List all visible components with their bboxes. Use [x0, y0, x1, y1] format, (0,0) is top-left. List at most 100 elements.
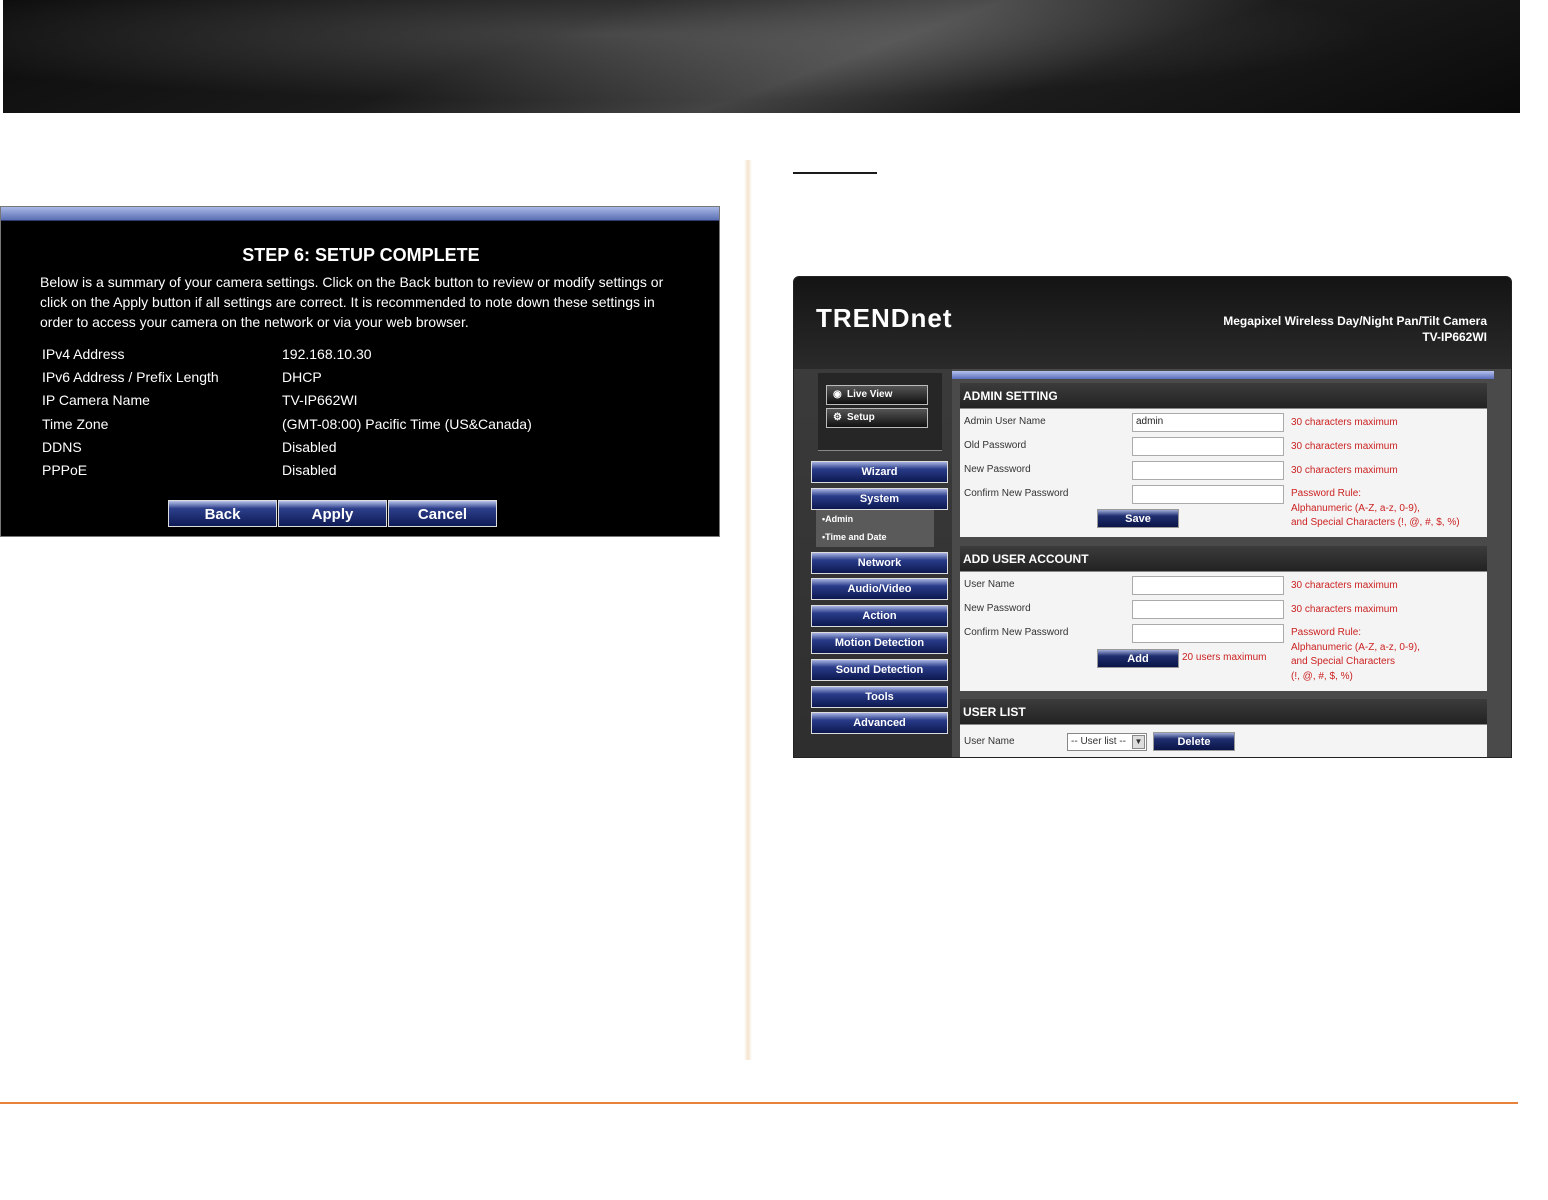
summary-row: Time Zone (GMT-08:00) Pacific Time (US&Ca…: [42, 416, 532, 439]
add-user-account-section: ADD USER ACCOUNT User Name New Password …: [960, 546, 1487, 691]
add-user-account-title: ADD USER ACCOUNT: [960, 546, 1487, 572]
summary-label: IPv4 Address: [42, 346, 125, 362]
live-view-button[interactable]: ◉ Live View: [826, 385, 928, 405]
apply-button[interactable]: Apply: [278, 500, 387, 527]
camera-admin-window: TRENDnet Megapixel Wireless Day/Night Pa…: [793, 276, 1512, 758]
old-password-input[interactable]: [1132, 437, 1284, 456]
gear-icon: ⚙: [833, 412, 842, 423]
old-password-label: Old Password: [964, 440, 1027, 451]
camera-body: ◉ Live View ⚙ Setup Wizard System •Admin •…: [794, 369, 1511, 757]
summary-label: DDNS: [42, 438, 82, 455]
summary-row: PPPoE Disabled: [42, 462, 532, 485]
length-hint: 30 characters maximum: [1291, 580, 1398, 591]
setup-button-bar: Back Apply Cancel: [168, 500, 497, 527]
sidebar-item-motion-detection[interactable]: Motion Detection: [811, 632, 948, 654]
product-description: Megapixel Wireless Day/Night Pan/Tilt Ca…: [1223, 314, 1487, 328]
summary-value: Disabled: [282, 438, 337, 455]
confirm-new-password-label: Confirm New Password: [964, 627, 1069, 638]
sidebar-item-sound-detection[interactable]: Sound Detection: [811, 659, 948, 681]
product-model: TV-IP662WI: [1422, 330, 1487, 344]
summary-value: (GMT-08:00) Pacific Time (US&Canada): [282, 415, 532, 432]
admin-setting-section: ADMIN SETTING Admin User Name Old Passwo…: [960, 383, 1487, 537]
summary-value: 192.168.10.30: [282, 346, 372, 362]
user-name-input[interactable]: [1132, 576, 1284, 595]
summary-row: IP Camera Name TV-IP662WI: [42, 392, 532, 415]
sidebar-item-network[interactable]: Network: [811, 552, 948, 574]
camera-header: TRENDnet Megapixel Wireless Day/Night Pa…: [794, 277, 1511, 369]
confirm-new-password-input[interactable]: [1132, 485, 1284, 504]
view-mode-box: ◉ Live View ⚙ Setup: [818, 373, 942, 451]
password-rule-line: Alphanumeric (A-Z, a-z, 0-9),: [1291, 641, 1420, 653]
eye-icon: ◉: [833, 389, 842, 400]
setup-description: Below is a summary of your camera settin…: [40, 274, 664, 330]
max-users-hint: 20 users maximum: [1182, 652, 1267, 663]
save-button[interactable]: Save: [1097, 509, 1179, 528]
user-name-label: User Name: [964, 579, 1015, 590]
user-list-selected: -- User list --: [1071, 736, 1126, 747]
cancel-button[interactable]: Cancel: [388, 500, 497, 527]
setup-title: STEP 6: SETUP COMPLETE: [242, 245, 480, 265]
sidebar-item-advanced[interactable]: Advanced: [811, 712, 948, 734]
main-content: ADMIN SETTING Admin User Name Old Passwo…: [952, 369, 1496, 757]
user-new-password-input[interactable]: [1132, 600, 1284, 619]
sidebar-item-audio-video[interactable]: Audio/Video: [811, 578, 948, 600]
section-heading-underline: [793, 172, 877, 174]
summary-row: DDNS Disabled: [42, 439, 532, 462]
new-password-input[interactable]: [1132, 461, 1284, 480]
live-view-label: Live View: [847, 389, 893, 400]
admin-setting-title: ADMIN SETTING: [960, 383, 1487, 409]
password-rule: Password Rule: Alphanumeric (A-Z, a-z, 0…: [1291, 626, 1420, 684]
setup-label: Setup: [847, 412, 875, 423]
confirm-new-password-label: Confirm New Password: [964, 488, 1069, 499]
sidebar-item-action[interactable]: Action: [811, 605, 948, 627]
user-list-label: User Name: [964, 736, 1015, 747]
new-password-label: New Password: [964, 603, 1031, 614]
password-rule: Password Rule: Alphanumeric (A-Z, a-z, 0…: [1291, 487, 1460, 531]
length-hint: 30 characters maximum: [1291, 417, 1398, 428]
summary-value: Disabled: [282, 461, 337, 478]
summary-row: IPv4 Address 192.168.10.30: [42, 346, 532, 369]
password-rule-line: (!, @, #, $, %): [1291, 670, 1353, 682]
setup-summary-table: IPv4 Address 192.168.10.30 IPv6 Address /…: [42, 346, 532, 485]
chevron-down-icon[interactable]: ▼: [1132, 735, 1145, 749]
length-hint: 30 characters maximum: [1291, 441, 1398, 452]
user-list-section: USER LIST User Name -- User list -- ▼ De…: [960, 699, 1487, 757]
back-button[interactable]: Back: [168, 500, 277, 527]
system-submenu: •Admin •Time and Date: [816, 510, 934, 547]
trendnet-logo: TRENDnet: [816, 303, 953, 333]
user-list-title: USER LIST: [960, 699, 1487, 725]
user-confirm-password-input[interactable]: [1132, 624, 1284, 643]
admin-user-name-label: Admin User Name: [964, 416, 1046, 427]
new-password-label: New Password: [964, 464, 1031, 475]
summary-value: TV-IP662WI: [282, 392, 358, 409]
main-titlebar: [952, 371, 1494, 379]
password-rule-line: Alphanumeric (A-Z, a-z, 0-9),: [1291, 502, 1420, 514]
password-rule-line: and Special Characters: [1291, 656, 1395, 667]
summary-label: Time Zone: [42, 415, 109, 432]
submenu-item-time-and-date[interactable]: •Time and Date: [816, 528, 934, 546]
password-rule-line: Password Rule:: [1291, 488, 1362, 499]
password-rule-line: Password Rule:: [1291, 627, 1362, 638]
sidebar-item-wizard[interactable]: Wizard: [811, 461, 948, 483]
sidebar: ◉ Live View ⚙ Setup Wizard System •Admin •…: [794, 369, 952, 757]
sidebar-item-tools[interactable]: Tools: [811, 686, 948, 708]
product-title: Megapixel Wireless Day/Night Pan/Tilt Ca…: [1223, 313, 1487, 345]
setup-panel-titlebar: [1, 207, 719, 221]
sidebar-item-system[interactable]: System: [811, 488, 948, 510]
length-hint: 30 characters maximum: [1291, 465, 1398, 476]
page-header-banner: [3, 0, 1520, 113]
password-rule-line: and Special Characters (!, @, #, $, %): [1291, 517, 1460, 528]
admin-user-name-input[interactable]: admin: [1132, 413, 1284, 432]
add-user-button[interactable]: Add: [1097, 649, 1179, 668]
summary-row: IPv6 Address / Prefix Length DHCP: [42, 369, 532, 392]
submenu-item-admin[interactable]: •Admin: [816, 510, 934, 528]
delete-button[interactable]: Delete: [1153, 732, 1235, 751]
summary-label: IPv6 Address / Prefix Length: [42, 369, 219, 386]
setup-complete-panel: STEP 6: SETUP COMPLETE Below is a summar…: [0, 206, 720, 537]
summary-label: PPPoE: [42, 461, 88, 478]
summary-value: DHCP: [282, 369, 322, 386]
length-hint: 30 characters maximum: [1291, 604, 1398, 615]
summary-label: IP Camera Name: [42, 392, 150, 409]
setup-button[interactable]: ⚙ Setup: [826, 408, 928, 428]
user-list-select[interactable]: -- User list -- ▼: [1067, 733, 1147, 751]
